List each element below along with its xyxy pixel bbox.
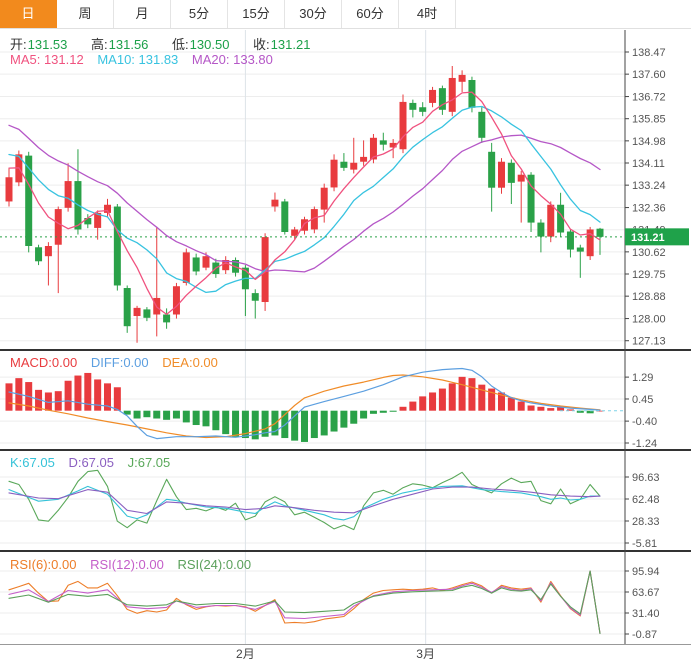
- svg-text:128.88: 128.88: [632, 291, 666, 303]
- chart-canvas[interactable]: 138.47 137.60 136.72 135.85 134.98 134.11 133.…: [0, 0, 691, 670]
- svg-text:129.75: 129.75: [632, 269, 666, 281]
- svg-text:-0.87: -0.87: [632, 629, 657, 641]
- svg-text:1.29: 1.29: [632, 372, 653, 384]
- svg-text:133.24: 133.24: [632, 180, 666, 192]
- tab-timeframe-7[interactable]: 60分: [342, 0, 399, 28]
- svg-text:95.94: 95.94: [632, 566, 660, 578]
- tab-timeframe-1[interactable]: 日: [0, 0, 57, 28]
- tab-timeframe-2[interactable]: 周: [57, 0, 114, 28]
- svg-text:-1.24: -1.24: [632, 438, 657, 450]
- svg-text:63.67: 63.67: [632, 587, 660, 599]
- tab-timeframe-6[interactable]: 30分: [285, 0, 342, 28]
- svg-text:96.63: 96.63: [632, 472, 660, 484]
- svg-text:-5.81: -5.81: [632, 538, 657, 550]
- svg-text:137.60: 137.60: [632, 69, 666, 81]
- tab-timeframe-4[interactable]: 5分: [171, 0, 228, 28]
- svg-text:62.48: 62.48: [632, 494, 660, 506]
- svg-text:134.11: 134.11: [632, 158, 665, 170]
- svg-text:131.21: 131.21: [631, 232, 665, 244]
- svg-text:3月: 3月: [416, 647, 435, 661]
- svg-text:31.40: 31.40: [632, 608, 660, 620]
- svg-text:28.33: 28.33: [632, 516, 660, 528]
- tab-timeframe-8[interactable]: 4时: [399, 0, 456, 28]
- svg-text:134.98: 134.98: [632, 136, 666, 148]
- tab-timeframe-3[interactable]: 月: [114, 0, 171, 28]
- timeframe-tabs: 日周月5分15分30分60分4时: [0, 0, 691, 29]
- svg-text:135.85: 135.85: [632, 114, 666, 126]
- svg-text:0.45: 0.45: [632, 394, 653, 406]
- svg-text:130.62: 130.62: [632, 247, 666, 259]
- svg-text:-0.40: -0.40: [632, 416, 657, 428]
- svg-text:128.00: 128.00: [632, 314, 666, 326]
- svg-text:138.47: 138.47: [632, 47, 666, 59]
- svg-text:136.72: 136.72: [632, 92, 666, 104]
- kline-app: 138.47 137.60 136.72 135.85 134.98 134.11 133.…: [0, 0, 691, 670]
- svg-text:2月: 2月: [236, 647, 255, 661]
- tab-timeframe-5[interactable]: 15分: [228, 0, 285, 28]
- svg-text:132.36: 132.36: [632, 203, 666, 215]
- svg-text:127.13: 127.13: [632, 336, 666, 348]
